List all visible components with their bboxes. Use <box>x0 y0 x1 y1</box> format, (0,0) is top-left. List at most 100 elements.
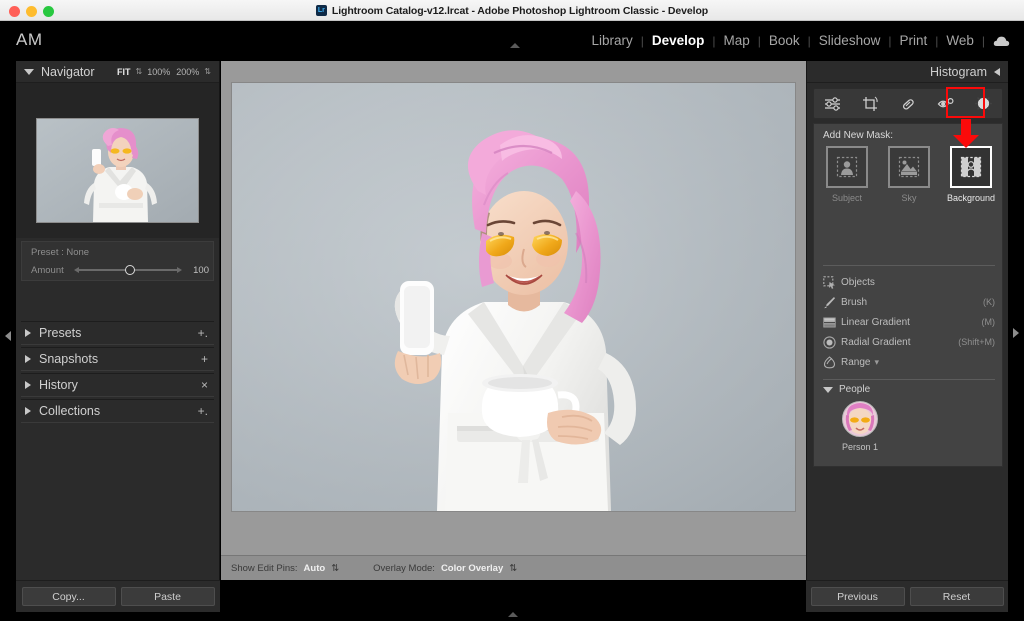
sidebar-item-history[interactable]: History × <box>21 373 214 397</box>
history-label: History <box>39 378 78 392</box>
range-icon <box>823 355 841 369</box>
left-panel: Navigator FIT ⇅ 100% 200% ⇅ Preset: Non… <box>16 61 220 580</box>
presets-add-icon[interactable]: +. <box>198 326 210 340</box>
show-edit-pins-stepper-icon[interactable]: ⇅ <box>331 563 339 574</box>
overlay-mode-label: Overlay Mode: <box>373 562 435 574</box>
background-mask-icon[interactable] <box>950 146 992 188</box>
chevron-right-icon[interactable] <box>25 329 31 337</box>
sidebar-item-collections[interactable]: Collections +. <box>21 399 214 423</box>
mask-option-sky[interactable]: Sky <box>885 146 933 203</box>
previous-button[interactable]: Previous <box>810 587 905 606</box>
overlay-mode-value[interactable]: Color Overlay <box>441 563 503 574</box>
presets-label: Presets <box>39 326 82 340</box>
chevron-right-icon[interactable] <box>25 381 31 389</box>
linear-gradient-label: Linear Gradient <box>841 316 910 328</box>
photo-toolbar: Show Edit Pins: Auto ⇅ Overlay Mode: Col… <box>221 555 806 580</box>
identity-plate[interactable]: AM <box>16 30 43 50</box>
right-panel-collapse-arrow[interactable] <box>1013 328 1019 338</box>
zoom-fit[interactable]: FIT <box>116 67 132 77</box>
linear-gradient-shortcut: (M) <box>981 317 996 327</box>
amount-slider-knob[interactable] <box>124 265 135 275</box>
mask-tool-objects[interactable]: Objects <box>823 272 995 292</box>
mask-tool-brush[interactable]: Brush (K) <box>823 292 995 312</box>
module-web[interactable]: Web <box>938 32 982 50</box>
module-separator: | <box>981 34 985 48</box>
linear-gradient-icon <box>823 316 841 329</box>
show-edit-pins-value[interactable]: Auto <box>304 563 326 574</box>
amount-slider-row[interactable]: Amount 100 <box>31 263 209 277</box>
zoom-fit-stepper-icon[interactable]: ⇅ <box>136 67 143 76</box>
right-panel: Histogram Add New Mask: Subject Sky Back… <box>806 61 1008 580</box>
filmstrip-expand-caret[interactable] <box>508 612 518 617</box>
module-picker: Library | Develop | Map | Book | Slidesh… <box>583 32 1012 50</box>
cloud-icon[interactable] <box>993 35 1010 47</box>
mask-tool-range[interactable]: Range ▾ <box>823 352 995 372</box>
overlay-mode-stepper-icon[interactable]: ⇅ <box>509 563 517 574</box>
brush-label: Brush <box>841 296 868 308</box>
healing-brush-icon[interactable] <box>895 93 921 115</box>
reset-button[interactable]: Reset <box>909 587 1004 606</box>
chevron-right-icon[interactable] <box>25 407 31 415</box>
radial-gradient-label: Radial Gradient <box>841 336 911 348</box>
mask-tool-radial-gradient[interactable]: Radial Gradient (Shift+M) <box>823 332 995 352</box>
collections-add-icon[interactable]: +. <box>198 404 210 418</box>
navigator-zoom-controls: FIT ⇅ 100% 200% ⇅ <box>116 67 211 77</box>
copy-button[interactable]: Copy... <box>21 587 116 606</box>
module-develop[interactable]: Develop <box>644 32 713 50</box>
people-item-person-1[interactable]: Person 1 <box>832 401 888 452</box>
amount-slider-track[interactable] <box>74 265 182 275</box>
people-label: People <box>839 384 871 395</box>
chevron-left-icon[interactable] <box>994 67 1000 76</box>
subject-mask-icon[interactable] <box>826 146 868 188</box>
people-section-header[interactable]: People <box>823 384 870 395</box>
objects-label: Objects <box>841 276 875 288</box>
histogram-header[interactable]: Histogram <box>807 61 1008 83</box>
masking-icon[interactable] <box>970 93 996 115</box>
snapshots-label: Snapshots <box>39 352 99 366</box>
navigator-header[interactable]: Navigator FIT ⇅ 100% 200% ⇅ <box>16 61 219 83</box>
amount-value[interactable]: 100 <box>183 265 209 276</box>
edit-sliders-icon[interactable] <box>820 93 846 115</box>
background-mask-label: Background <box>946 193 996 203</box>
chevron-right-icon[interactable] <box>25 355 31 363</box>
image-canvas[interactable]: Show Edit Pins: Auto ⇅ Overlay Mode: Col… <box>221 61 806 580</box>
lightroom-app-icon: Lr <box>315 5 327 16</box>
chevron-down-icon[interactable] <box>823 386 833 393</box>
sky-mask-icon[interactable] <box>888 146 930 188</box>
person-avatar-image <box>843 402 877 436</box>
navigator-preview[interactable] <box>16 83 219 238</box>
brush-icon <box>823 296 841 309</box>
sidebar-item-snapshots[interactable]: Snapshots + <box>21 347 214 371</box>
module-print[interactable]: Print <box>891 32 935 50</box>
mask-option-background[interactable]: Background <box>947 146 995 203</box>
history-clear-icon[interactable]: × <box>201 378 210 392</box>
left-panel-collapse-arrow[interactable] <box>5 331 11 341</box>
lightroom-window: Lr Lightroom Catalog-v12.lrcat - Adobe P… <box>0 0 1024 621</box>
zoom-stepper-icon[interactable]: ⇅ <box>204 67 211 76</box>
chevron-down-icon[interactable] <box>24 68 34 75</box>
main-photo[interactable] <box>232 83 795 511</box>
mask-tool-linear-gradient[interactable]: Linear Gradient (M) <box>823 312 995 332</box>
snapshots-add-icon[interactable]: + <box>201 352 210 366</box>
topbar-collapse-caret[interactable] <box>510 43 520 48</box>
module-library[interactable]: Library <box>583 32 640 50</box>
person-avatar[interactable] <box>842 401 878 437</box>
crop-overlay-icon[interactable] <box>857 93 883 115</box>
module-slideshow[interactable]: Slideshow <box>811 32 889 50</box>
sky-mask-label: Sky <box>901 193 917 203</box>
module-book[interactable]: Book <box>761 32 808 50</box>
sidebar-item-presets[interactable]: Presets +. <box>21 321 214 345</box>
zoom-200[interactable]: 200% <box>175 67 200 77</box>
preset-name-label: Preset : None <box>31 247 90 258</box>
range-label: Range <box>841 356 871 368</box>
mask-option-subject[interactable]: Subject <box>823 146 871 203</box>
paste-button[interactable]: Paste <box>120 587 215 606</box>
red-eye-icon[interactable] <box>933 93 959 115</box>
zoom-100[interactable]: 100% <box>146 67 171 77</box>
navigator-title: Navigator <box>41 64 95 79</box>
module-map[interactable]: Map <box>716 32 758 50</box>
objects-icon <box>823 275 841 289</box>
navigator-thumbnail[interactable] <box>36 118 199 223</box>
window-title-wrap: Lr Lightroom Catalog-v12.lrcat - Adobe P… <box>0 0 1024 21</box>
range-dropdown-icon[interactable]: ▾ <box>874 357 879 368</box>
